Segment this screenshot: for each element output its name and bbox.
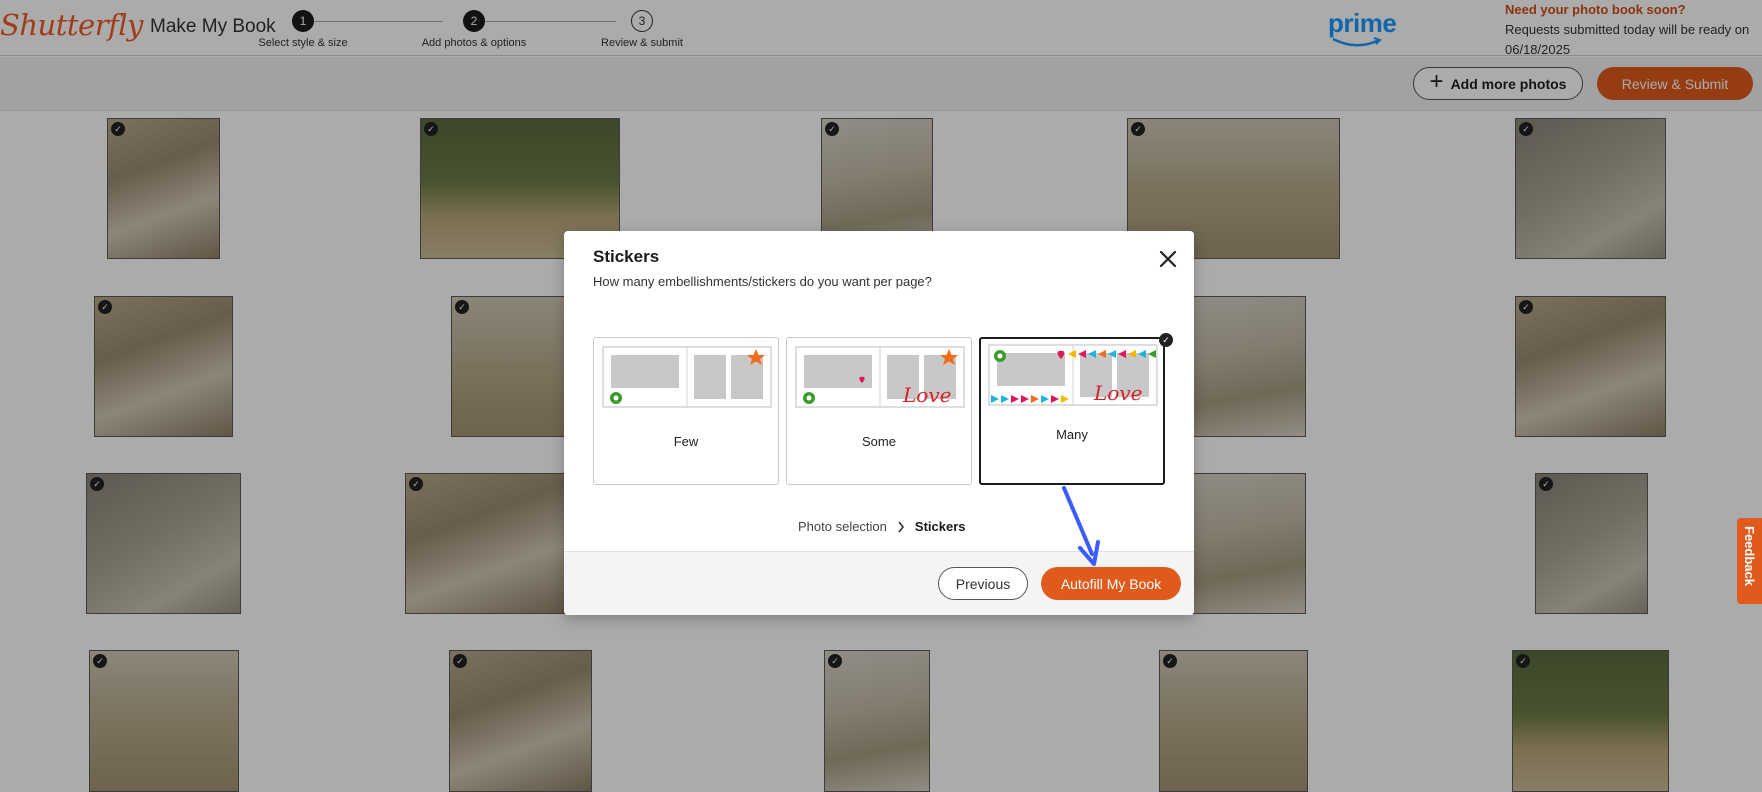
few-stickers-preview-icon [602,346,772,408]
breadcrumb-photo-selection[interactable]: Photo selection [798,519,887,534]
many-stickers-preview-icon: Love [988,344,1158,406]
sticker-option-some[interactable]: Love Some [786,337,972,485]
sticker-option-many[interactable]: Love ✓ Many [979,333,1173,485]
annotation-arrow-icon [1062,486,1100,566]
close-icon[interactable] [1154,245,1182,273]
feedback-tab[interactable]: Feedback [1737,518,1762,604]
love-sticker-text: Love [1093,381,1142,405]
selected-check-icon: ✓ [1159,333,1173,347]
option-label-many: Many [1056,427,1088,442]
autofill-my-book-button[interactable]: Autofill My Book [1041,567,1181,600]
chevron-right-icon [898,521,904,532]
some-stickers-preview-icon: Love [795,346,965,408]
option-label-few: Few [673,434,699,449]
dialog-subtitle: How many embellishments/stickers do you … [593,274,932,289]
sticker-option-few[interactable]: Few [593,337,779,485]
previous-button[interactable]: Previous [938,567,1028,600]
dialog-title: Stickers [593,247,660,266]
feedback-label: Feedback [1742,526,1757,586]
breadcrumb-stickers: Stickers [914,519,966,534]
option-label-some: Some [862,434,896,449]
breadcrumb: Photo selection Stickers [798,519,966,534]
love-sticker-text: Love [902,383,951,407]
